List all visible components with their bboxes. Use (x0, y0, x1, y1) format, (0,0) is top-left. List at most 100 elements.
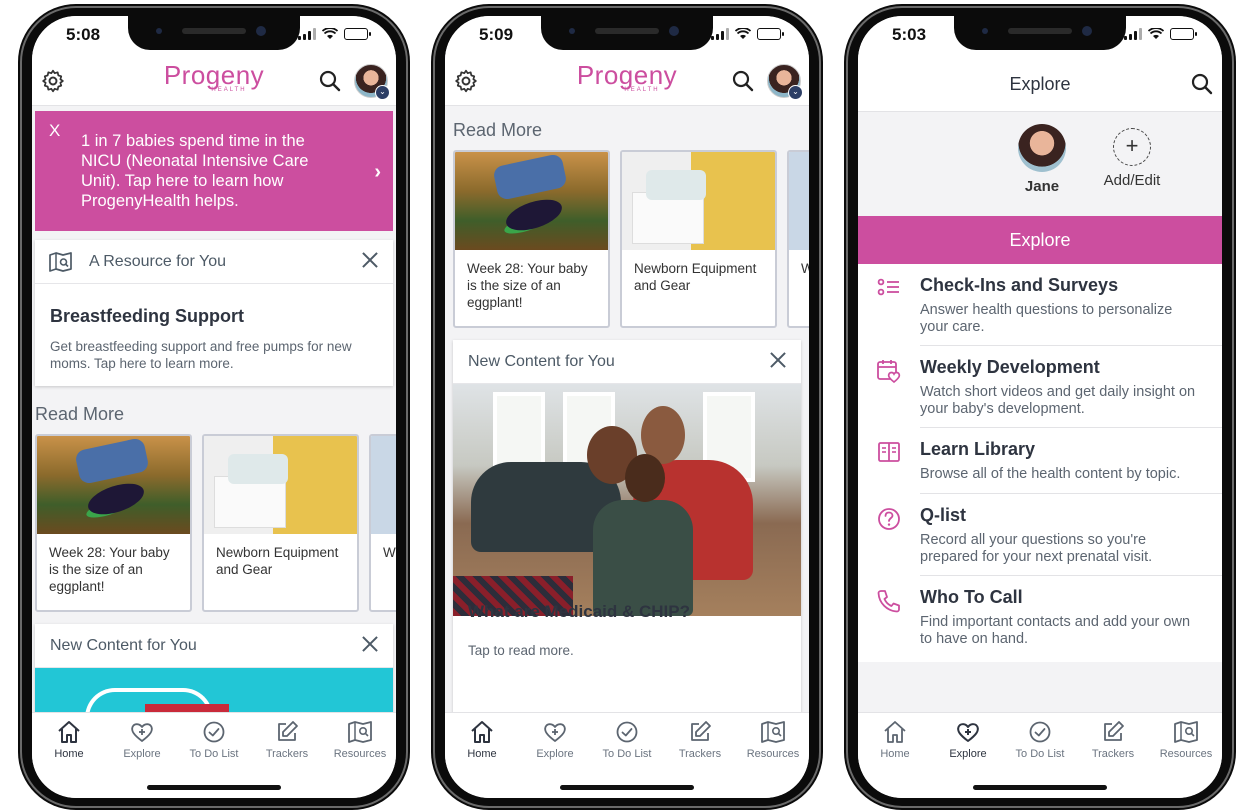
check-circle-icon (203, 721, 225, 743)
article-tile[interactable]: Week 28: Your baby is the size of an egg… (35, 434, 192, 612)
resource-title: Breastfeeding Support (50, 306, 245, 326)
menu-item-title: Q-list (920, 505, 967, 525)
eggplant-image (455, 152, 608, 250)
nicu-banner[interactable]: X 1 in 7 babies spend time in the NICU (… (35, 111, 393, 231)
tab-label: To Do List (1015, 748, 1065, 760)
chevron-down-icon: ⌄ (375, 85, 390, 100)
tab-label: Explore (949, 748, 987, 760)
read-more-carousel[interactable]: Week 28: Your baby is the size of an egg… (453, 150, 809, 328)
notch (954, 16, 1126, 50)
tab-home[interactable]: Home (446, 719, 518, 760)
phone-screen: 5:03 Explore Jane + Add/Edit Explore Che… (858, 16, 1222, 798)
battery-icon (344, 28, 371, 40)
notch (541, 16, 713, 50)
home-feed[interactable]: X 1 in 7 babies spend time in the NICU (… (32, 106, 396, 712)
tab-explore[interactable]: Explore (106, 719, 178, 760)
tab-label: To Do List (189, 748, 239, 760)
resource-card[interactable]: A Resource for You Breastfeeding Support… (35, 240, 393, 386)
tab-label: Home (880, 748, 910, 760)
article-image (789, 152, 809, 250)
article-tile[interactable]: Newborn Equipment and Gear (202, 434, 359, 612)
battery-icon (1170, 28, 1197, 40)
menu-item-q-list[interactable]: Q-list Record all your questions so you'… (858, 494, 1222, 576)
signal-icon (1124, 28, 1142, 40)
tab-explore[interactable]: Explore (932, 719, 1004, 760)
close-icon[interactable] (361, 251, 379, 269)
profile-name: Add/Edit (1103, 172, 1161, 189)
tile-caption: Week 28: Your baby is the size of an egg… (467, 261, 588, 310)
eggplant-image (37, 436, 190, 534)
home-icon (884, 721, 906, 743)
menu-item-desc: Answer health questions to personalize y… (920, 302, 1173, 335)
tab-home[interactable]: Home (859, 719, 931, 760)
tab-to-do-list[interactable]: To Do List (1004, 719, 1076, 760)
banner-close-button[interactable]: X (49, 121, 60, 141)
tab-home[interactable]: Home (33, 719, 105, 760)
search-icon[interactable] (318, 69, 342, 93)
check-circle-icon (1029, 721, 1051, 743)
book-icon (878, 442, 900, 462)
heart-plus-icon (544, 723, 566, 742)
home-indicator (973, 785, 1107, 790)
home-icon (58, 721, 80, 743)
menu-item-learn-library[interactable]: Learn Library Browse all of the health c… (858, 428, 1222, 494)
new-content-card[interactable]: New Content for You (35, 624, 393, 712)
new-content-image (35, 668, 393, 712)
profile-jane[interactable]: Jane (1002, 124, 1082, 195)
menu-item-desc: Browse all of the health content by topi… (920, 466, 1181, 482)
menu-item-check-ins[interactable]: Check-Ins and Surveys Answer health ques… (858, 264, 1222, 346)
edit-icon (278, 721, 298, 741)
tab-trackers[interactable]: Trackers (1077, 719, 1149, 760)
add-edit-profile-button[interactable]: + Add/Edit (1092, 124, 1172, 189)
article-tile[interactable]: Newborn Equipment and Gear (620, 150, 777, 328)
read-more-carousel[interactable]: Week 28: Your baby is the size of an egg… (35, 434, 396, 612)
tab-trackers[interactable]: Trackers (251, 719, 323, 760)
tab-label: Resources (1159, 748, 1213, 760)
menu-item-title: Check-Ins and Surveys (920, 275, 1119, 295)
menu-item-weekly-development[interactable]: Weekly Development Watch short videos an… (858, 346, 1222, 428)
new-content-card[interactable]: New Content for You What are Medicaid & … (453, 340, 801, 712)
article-tile[interactable]: W Co (787, 150, 809, 328)
newborn-gear-image (204, 436, 357, 534)
home-indicator (147, 785, 281, 790)
progeny-logo: Progeny HEALTH (576, 60, 678, 93)
checklist-icon (877, 278, 899, 296)
new-content-header: New Content for You (50, 637, 197, 654)
article-tile[interactable]: Wh Co (369, 434, 396, 612)
heart-plus-icon (957, 723, 979, 742)
family-photo (453, 384, 801, 616)
close-icon[interactable] (769, 351, 787, 369)
tab-to-do-list[interactable]: To Do List (178, 719, 250, 760)
search-icon[interactable] (731, 69, 755, 93)
tab-trackers[interactable]: Trackers (664, 719, 736, 760)
wifi-icon (735, 28, 751, 39)
battery-icon (757, 28, 784, 40)
tab-resources[interactable]: Resources (324, 719, 396, 760)
app-header: Progeny HEALTH ⌄ (32, 56, 396, 106)
explore-header: Explore (858, 56, 1222, 112)
search-icon[interactable] (1190, 72, 1214, 96)
menu-item-who-to-call[interactable]: Who To Call Find important contacts and … (858, 576, 1222, 658)
gear-icon[interactable] (453, 68, 479, 94)
resource-card-header: A Resource for You (89, 253, 226, 270)
map-icon (1174, 721, 1198, 743)
tab-resources[interactable]: Resources (737, 719, 809, 760)
avatar[interactable]: ⌄ (767, 64, 803, 100)
read-more-title: Read More (35, 404, 125, 424)
explore-band: Explore (858, 216, 1222, 264)
tab-to-do-list[interactable]: To Do List (591, 719, 663, 760)
gear-icon[interactable] (40, 68, 66, 94)
tab-label: Trackers (265, 748, 309, 760)
tab-resources[interactable]: Resources (1150, 719, 1222, 760)
home-feed[interactable]: Read More Week 28: Your baby is the size… (445, 106, 809, 712)
article-tile[interactable]: Week 28: Your baby is the size of an egg… (453, 150, 610, 328)
question-icon (878, 508, 900, 530)
profile-name: Jane (1024, 178, 1060, 195)
close-icon[interactable] (361, 635, 379, 653)
status-time: 5:08 (66, 25, 101, 44)
tab-label: To Do List (602, 748, 652, 760)
avatar[interactable]: ⌄ (354, 64, 390, 100)
tab-explore[interactable]: Explore (519, 719, 591, 760)
notch (128, 16, 300, 50)
profile-switcher: Jane + Add/Edit (858, 112, 1222, 216)
